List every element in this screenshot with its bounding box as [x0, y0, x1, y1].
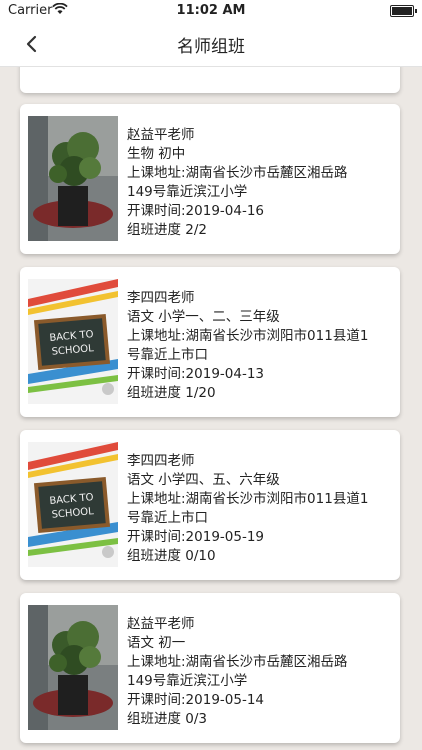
subject-grade: 生物 初中: [127, 146, 186, 162]
back-to-school-image: BACK TO SCHOOL: [28, 442, 118, 567]
plant-photo: [28, 116, 118, 241]
list-item[interactable]: [20, 67, 400, 93]
class-list[interactable]: 赵益平老师 生物 初中 上课地址:湖南省长沙市岳麓区湘岳路 149号靠近滨江小学…: [0, 67, 422, 750]
status-time: 11:02 AM: [176, 3, 246, 18]
start-date: 开课时间:2019-05-14: [127, 692, 265, 708]
navigation-bar: 名师组班: [0, 22, 422, 67]
back-to-school-image: BACK TO SCHOOL: [28, 279, 118, 404]
subject-grade: 语文 小学一、二、三年级: [127, 309, 280, 325]
teacher-name: 李四四老师: [127, 453, 195, 469]
class-card[interactable]: BACK TO SCHOOL 李四四老师 语文 小学一、二、三年级 上课地址:湖…: [20, 267, 400, 417]
start-date: 开课时间:2019-04-16: [127, 203, 265, 219]
class-info: 李四四老师 语文 小学一、二、三年级 上课地址:湖南省长沙市浏阳市011县道1 …: [127, 289, 390, 403]
page-title: 名师组班: [177, 37, 245, 57]
teacher-name: 赵益平老师: [127, 616, 195, 632]
class-card[interactable]: 赵益平老师 语文 初一 上课地址:湖南省长沙市岳麓区湘岳路 149号靠近滨江小学…: [20, 593, 400, 743]
subject-grade: 语文 小学四、五、六年级: [127, 472, 280, 488]
group-progress: 组班进度 0/10: [127, 548, 216, 564]
class-address-cont: 号靠近上市口: [127, 347, 208, 363]
class-address: 上课地址:湖南省长沙市岳麓区湘岳路: [127, 654, 348, 670]
start-date: 开课时间:2019-04-13: [127, 366, 265, 382]
class-address-cont: 149号靠近滨江小学: [127, 184, 248, 200]
class-address-cont: 149号靠近滨江小学: [127, 673, 248, 689]
class-info: 赵益平老师 生物 初中 上课地址:湖南省长沙市岳麓区湘岳路 149号靠近滨江小学…: [127, 126, 390, 240]
class-info: 赵益平老师 语文 初一 上课地址:湖南省长沙市岳麓区湘岳路 149号靠近滨江小学…: [127, 615, 390, 729]
class-address-cont: 号靠近上市口: [127, 510, 208, 526]
class-card[interactable]: BACK TO SCHOOL 李四四老师 语文 小学四、五、六年级 上课地址:湖…: [20, 430, 400, 580]
class-address: 上课地址:湖南省长沙市岳麓区湘岳路: [127, 165, 348, 181]
teacher-name: 赵益平老师: [127, 127, 195, 143]
class-address: 上课地址:湖南省长沙市浏阳市011县道1: [127, 491, 369, 507]
group-progress: 组班进度 0/3: [127, 711, 208, 727]
plant-photo: [28, 605, 118, 730]
start-date: 开课时间:2019-05-19: [127, 529, 265, 545]
group-progress: 组班进度 1/20: [127, 385, 216, 401]
group-progress: 组班进度 2/2: [127, 222, 208, 238]
class-card[interactable]: 赵益平老师 生物 初中 上课地址:湖南省长沙市岳麓区湘岳路 149号靠近滨江小学…: [20, 104, 400, 254]
status-bar: Carrier 11:02 AM: [0, 0, 422, 22]
teacher-name: 李四四老师: [127, 290, 195, 306]
battery-icon: [390, 5, 417, 17]
class-address: 上课地址:湖南省长沙市浏阳市011县道1: [127, 328, 369, 344]
class-info: 李四四老师 语文 小学四、五、六年级 上课地址:湖南省长沙市浏阳市011县道1 …: [127, 452, 390, 566]
subject-grade: 语文 初一: [127, 635, 186, 651]
